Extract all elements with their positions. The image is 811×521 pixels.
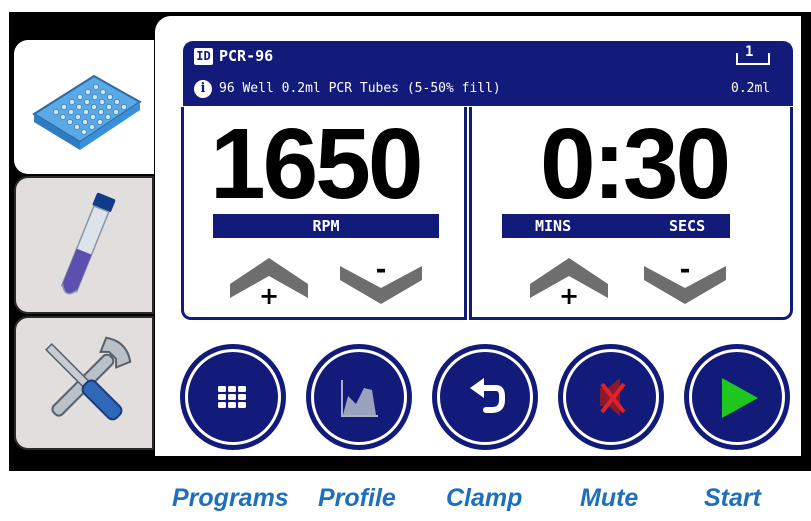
programs-caption: Programs (172, 484, 289, 512)
speed-unit-bar: RPM (213, 214, 439, 238)
program-description: 96 Well 0.2ml PCR Tubes (5-50% fill) (219, 81, 501, 96)
plate-tab[interactable] (14, 40, 154, 174)
undo-arrow-icon (470, 378, 505, 413)
tube-tab[interactable] (14, 176, 154, 314)
speed-minus-label: - (376, 258, 387, 285)
well-plate-icon (32, 74, 142, 150)
time-increase-button[interactable]: + (528, 254, 610, 304)
id-badge-icon: ID (194, 48, 213, 65)
info-icon: i (194, 80, 212, 98)
clamp-button[interactable] (432, 344, 538, 450)
time-minus-label: - (680, 258, 691, 285)
time-plus-label: + (559, 282, 579, 304)
programs-button[interactable] (180, 344, 286, 450)
time-unit-bar: MINS SECS (502, 214, 730, 238)
clamp-caption: Clamp (446, 484, 523, 512)
volume-label: 0.2ml (731, 81, 771, 96)
program-name: PCR-96 (219, 47, 274, 65)
keypad-icon (218, 386, 246, 408)
time-value: 0:30 (540, 108, 731, 220)
volume-index: 1 (745, 44, 754, 60)
play-icon (722, 378, 758, 418)
mute-caption: Mute (580, 484, 639, 512)
mins-label: MINS (535, 217, 572, 235)
speed-unit: RPM (312, 217, 340, 235)
wrench-screwdriver-icon (45, 336, 132, 421)
start-caption: Start (704, 484, 761, 512)
mute-button[interactable] (558, 344, 664, 450)
speed-plus-label: + (259, 282, 279, 304)
time-decrease-button[interactable]: - (642, 258, 728, 308)
profile-button[interactable] (306, 344, 412, 450)
speed-increase-button[interactable]: + (228, 254, 310, 304)
speed-decrease-button[interactable]: - (338, 258, 424, 308)
profile-caption: Profile (318, 484, 396, 512)
program-header: ID PCR-96 i 96 Well 0.2ml PCR Tubes (5-5… (183, 41, 793, 106)
muted-speaker-icon (600, 378, 626, 416)
test-tube-icon (60, 192, 116, 295)
secs-label: SECS (669, 217, 706, 235)
start-button[interactable] (684, 344, 790, 450)
speed-value: 1650 (210, 108, 423, 220)
settings-tab[interactable] (14, 316, 154, 450)
profile-graph-icon (341, 380, 378, 417)
